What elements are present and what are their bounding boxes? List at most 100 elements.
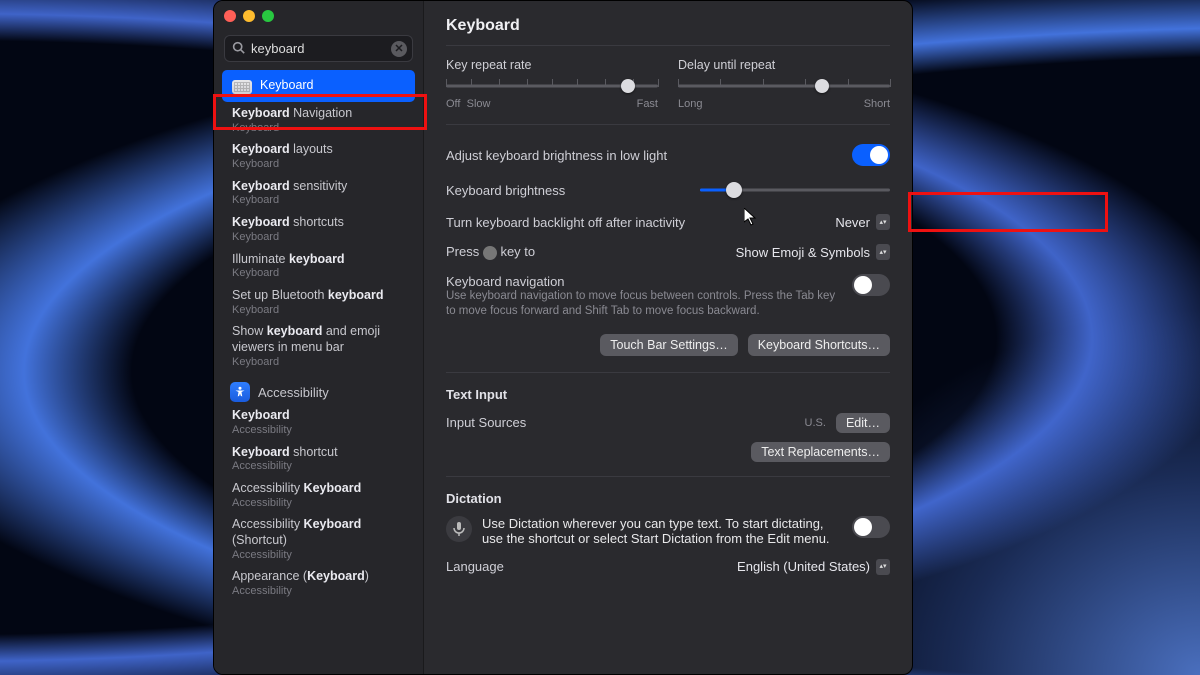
keyboard-shortcuts-button[interactable]: Keyboard Shortcuts… [748,334,890,356]
result-category: Keyboard [232,267,345,281]
sidebar-search-result[interactable]: Keyboard layoutsKeyboard [222,138,415,174]
sidebar-search-result[interactable]: Keyboard shortcutAccessibility [222,441,415,477]
slider-thumb[interactable] [621,79,635,93]
result-title: Accessibility Keyboard [232,481,361,497]
close-button[interactable] [224,10,236,22]
backlight-off-popup[interactable]: Never ▴▾ [835,214,890,230]
result-category: Accessibility [232,585,369,599]
result-category: Keyboard [232,304,384,318]
dictation-language-row: Language English (United States) ▴▾ [446,552,890,582]
sidebar-search-result[interactable]: Keyboard shortcutsKeyboard [222,211,415,247]
result-category: Keyboard [232,356,405,370]
window-controls [224,10,274,22]
brightness-slider[interactable] [700,180,890,200]
sidebar-search-result[interactable]: Keyboard sensitivityKeyboard [222,175,415,211]
minimize-button[interactable] [243,10,255,22]
slider-min-label: Long [678,98,702,110]
sidebar-search-result[interactable]: Show keyboard and emoji viewers in menu … [222,320,415,372]
slider-thumb[interactable] [815,79,829,93]
divider [446,372,890,373]
search-icon [232,41,245,57]
microphone-icon [446,516,472,542]
titlebar [214,1,423,31]
sidebar-search-result[interactable]: Illuminate keyboardKeyboard [222,248,415,284]
slider-max-label: Short [864,98,890,110]
edit-sources-button[interactable]: Edit… [836,413,890,433]
delay-repeat-slider[interactable] [678,76,890,96]
system-settings-window: ✕ Keyboard Keyboard NavigationKeyboardKe… [213,0,913,675]
sidebar-results: Keyboard Keyboard NavigationKeyboardKeyb… [214,70,423,674]
keyboard-nav-toggle[interactable] [852,274,890,296]
sidebar-section-accessibility[interactable]: Accessibility [218,372,419,404]
slider-thumb[interactable] [726,182,742,198]
result-category: Keyboard [232,231,344,245]
key-repeat-label: Key repeat rate [446,58,658,72]
page-title: Keyboard [446,17,890,35]
chevron-up-down-icon: ▴▾ [876,559,890,575]
language-label: Language [446,559,504,574]
result-title: Keyboard layouts [232,142,333,158]
result-title: Keyboard [232,408,292,424]
result-category: Accessibility [232,424,292,438]
popup-value: English (United States) [737,559,870,574]
maximize-button[interactable] [262,10,274,22]
brightness-label: Keyboard brightness [446,183,565,198]
auto-brightness-toggle[interactable] [852,144,890,166]
dictation-row: Use Dictation wherever you can type text… [446,510,890,552]
search-input[interactable] [224,35,413,62]
slider-slow-label: Slow [467,98,491,110]
sidebar-search-result[interactable]: KeyboardAccessibility [222,404,415,440]
result-title: Keyboard Navigation [232,106,352,122]
delay-repeat-label: Delay until repeat [678,58,890,72]
sidebar-search-result[interactable]: Accessibility KeyboardAccessibility [222,477,415,513]
dictation-desc: Use Dictation wherever you can type text… [482,516,842,546]
result-title: Accessibility Keyboard (Shortcut) [232,517,405,548]
touchbar-settings-button[interactable]: Touch Bar Settings… [600,334,737,356]
keyboard-nav-label: Keyboard navigation [446,274,842,289]
sidebar-item-label: Keyboard [260,78,314,94]
key-repeat-slider[interactable] [446,76,658,96]
auto-brightness-label: Adjust keyboard brightness in low light [446,148,667,163]
sidebar-search-result[interactable]: Appearance (Keyboard)Accessibility [222,565,415,601]
result-title: Set up Bluetooth keyboard [232,288,384,304]
sidebar-section-label: Accessibility [258,385,329,400]
result-title: Appearance (Keyboard) [232,569,369,585]
brightness-row: Keyboard brightness [446,173,890,207]
press-key-label: Press key to [446,244,535,260]
language-popup[interactable]: English (United States) ▴▾ [737,559,890,575]
chevron-up-down-icon: ▴▾ [876,244,890,260]
press-key-popup[interactable]: Show Emoji & Symbols ▴▾ [736,244,890,260]
slider-max-label: Fast [637,98,658,110]
auto-brightness-row: Adjust keyboard brightness in low light [446,137,890,173]
accessibility-icon [230,382,250,402]
backlight-off-row: Turn keyboard backlight off after inacti… [446,207,890,237]
sidebar-search-result[interactable]: Accessibility Keyboard (Shortcut)Accessi… [222,513,415,565]
text-input-title: Text Input [446,387,890,402]
dictation-title: Dictation [446,491,890,506]
sidebar: ✕ Keyboard Keyboard NavigationKeyboardKe… [214,1,424,674]
popup-value: Never [835,215,870,230]
backlight-off-label: Turn keyboard backlight off after inacti… [446,215,685,230]
result-title: Show keyboard and emoji viewers in menu … [232,324,405,355]
keyboard-nav-row: Keyboard navigation Use keyboard navigat… [446,267,890,326]
result-title: Keyboard shortcut [232,445,338,461]
dictation-toggle[interactable] [852,516,890,538]
clear-search-icon[interactable]: ✕ [391,41,407,57]
slider-min-label: Off [446,98,460,110]
result-title: Illuminate keyboard [232,252,345,268]
sidebar-search-result[interactable]: Set up Bluetooth keyboardKeyboard [222,284,415,320]
result-category: Keyboard [232,158,333,172]
result-category: Accessibility [232,549,405,563]
sidebar-search-result[interactable]: Keyboard NavigationKeyboard [222,102,415,138]
search-field[interactable]: ✕ [224,35,413,62]
input-sources-value: U.S. [805,417,826,429]
text-replacements-button[interactable]: Text Replacements… [751,442,890,462]
sidebar-item-keyboard[interactable]: Keyboard [222,70,415,102]
result-title: Keyboard sensitivity [232,179,347,195]
divider [446,124,890,125]
result-category: Keyboard [232,122,352,136]
keyboard-icon [232,80,252,94]
repeat-sliders: Key repeat rate Off Slow Fast Delay unti… [446,58,890,110]
popup-value: Show Emoji & Symbols [736,245,870,260]
divider [446,45,890,46]
